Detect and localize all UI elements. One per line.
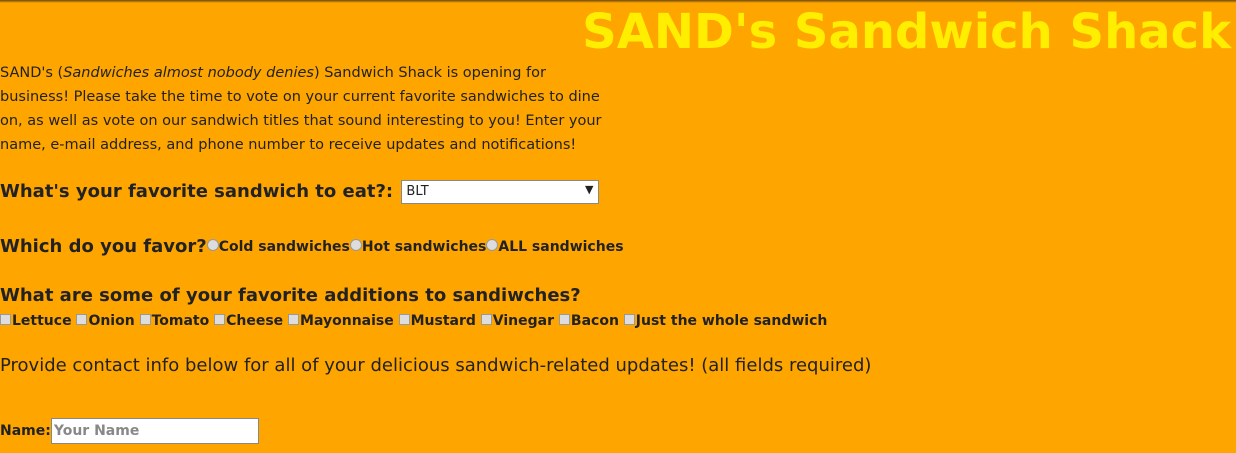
checkbox-mustard[interactable] [398, 313, 410, 325]
checkbox-mayonnaise[interactable] [288, 313, 300, 325]
checkbox-bacon[interactable] [558, 313, 570, 325]
checkbox-mayonnaise-label: Mayonnaise [300, 313, 394, 329]
additions-checkbox-row: Lettuce Onion Tomato Cheese Mayonnaise M… [0, 313, 827, 329]
top-shadow-bar [0, 0, 1236, 3]
name-label: Name: [0, 423, 51, 439]
favorite-sandwich-label: What's your favorite sandwich to eat?: [0, 181, 394, 202]
favorite-sandwich-selected: BLT [406, 184, 429, 199]
intro-paragraph: SAND's (Sandwiches almost nobody denies)… [0, 61, 610, 157]
radio-all[interactable] [486, 239, 499, 251]
favorite-sandwich-select[interactable]: BLT ▼ [401, 180, 600, 204]
favor-question: Which do you favor? Cold sandwiches Hot sa… [0, 236, 624, 257]
name-row: Name: [0, 418, 259, 444]
checkbox-cheese[interactable] [214, 313, 226, 325]
checkbox-onion-label: Onion [88, 313, 135, 329]
radio-hot[interactable] [349, 239, 362, 251]
radio-cold[interactable] [206, 239, 219, 251]
checkbox-mustard-label: Mustard [410, 313, 476, 329]
checkbox-vinegar[interactable] [480, 313, 492, 325]
checkbox-bacon-label: Bacon [570, 313, 619, 329]
radio-all-label: ALL sandwiches [498, 239, 624, 255]
page-title: SAND's Sandwich Shack [582, 4, 1231, 60]
radio-hot-label: Hot sandwiches [361, 239, 487, 255]
name-input[interactable] [50, 418, 259, 444]
contact-info-text: Provide contact info below for all of yo… [0, 355, 872, 376]
intro-prefix: SAND's ( [0, 65, 64, 81]
chevron-down-icon: ▼ [584, 183, 594, 196]
checkbox-vinegar-label: Vinegar [492, 313, 555, 329]
checkbox-lettuce[interactable] [0, 313, 11, 325]
favorite-sandwich-question: What's your favorite sandwich to eat?: B… [0, 180, 600, 204]
intro-acronym-meaning: Sandwiches almost nobody denies [63, 65, 314, 81]
checkbox-onion[interactable] [76, 313, 88, 325]
checkbox-lettuce-label: Lettuce [12, 313, 72, 329]
checkbox-tomato[interactable] [139, 313, 151, 325]
checkbox-whole-sandwich-label: Just the whole sandwich [635, 313, 828, 329]
radio-cold-label: Cold sandwiches [218, 239, 350, 255]
favor-label: Which do you favor? [0, 236, 207, 257]
checkbox-tomato-label: Tomato [151, 313, 210, 329]
checkbox-cheese-label: Cheese [226, 313, 284, 329]
checkbox-whole-sandwich[interactable] [623, 313, 635, 325]
additions-question: What are some of your favorite additions… [0, 285, 581, 306]
